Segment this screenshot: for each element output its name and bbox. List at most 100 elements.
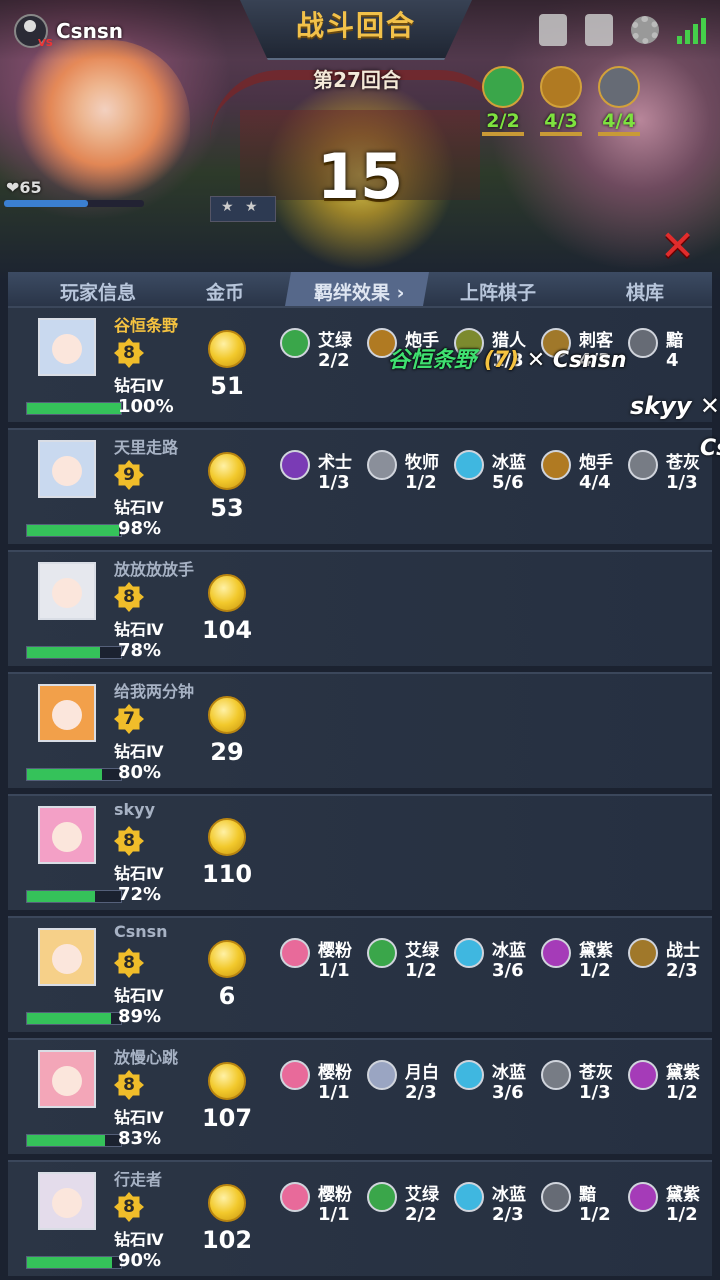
synergy-item[interactable]: 冰蓝 3/6 xyxy=(454,936,541,1006)
player-row[interactable]: 放慢心跳 8 钻石Ⅳ 83% 107 樱粉 1/1 月白 2/3 冰蓝 3/6 苍灰 1/3 黛紫 1/2 xyxy=(8,1038,712,1154)
gold-value: 104 xyxy=(201,616,253,644)
synergy-count: 2/2 xyxy=(318,350,350,371)
moon-icon xyxy=(367,1060,397,1090)
phone-sync-icon[interactable] xyxy=(539,14,567,46)
player-row[interactable]: 给我两分钟 7 钻石Ⅳ 80% 29 xyxy=(8,672,712,788)
tab-gold[interactable]: 金币 xyxy=(206,278,244,305)
synergy-item[interactable]: 艾绿 2/2 xyxy=(367,1180,454,1250)
synergy-count: 1/2 xyxy=(666,1082,698,1103)
bond-count: 4/4 xyxy=(602,110,636,132)
player-row[interactable]: 行走者 8 钻石Ⅳ 90% 102 樱粉 1/1 艾绿 2/2 冰蓝 2/3 黯 1/2 黛紫 1/2 xyxy=(8,1160,712,1276)
hp-percent: 100% xyxy=(118,396,174,417)
level-badge: 8 xyxy=(114,338,144,368)
player-name: 给我两分钟 xyxy=(114,682,195,701)
rank-label: 钻石Ⅳ xyxy=(114,376,164,395)
spiral-icon xyxy=(541,938,571,968)
coin-icon xyxy=(208,330,246,368)
synergy-item[interactable]: 黛紫 1/2 xyxy=(628,1058,715,1128)
synergy-count: 2/3 xyxy=(405,1082,437,1103)
player-row[interactable]: skyy 8 钻石Ⅳ 72% 110 xyxy=(8,794,712,910)
player-avatar[interactable] xyxy=(38,1050,96,1108)
synergy-item[interactable]: 艾绿 1/2 xyxy=(367,936,454,1006)
synergy-item[interactable]: 术士 1/3 xyxy=(280,448,367,518)
synergy-name: 樱粉 xyxy=(318,1185,352,1205)
snowflake-icon xyxy=(454,450,484,480)
synergy-name: 黯 xyxy=(579,1185,596,1205)
damage-float-2: skyy ✕ xyxy=(630,392,720,420)
active-bond[interactable]: 4/4 xyxy=(596,66,642,136)
synergy-count: 1/2 xyxy=(405,960,437,981)
level-badge: 8 xyxy=(114,826,144,856)
synergy-item[interactable]: 月白 2/3 xyxy=(367,1058,454,1128)
synergy-count: 1/2 xyxy=(579,960,611,981)
hp-bar xyxy=(26,646,122,659)
player-avatar[interactable] xyxy=(38,562,96,620)
synergy-item[interactable]: 黛紫 1/2 xyxy=(541,936,628,1006)
synergy-count: 2/3 xyxy=(666,960,698,981)
gold-value: 102 xyxy=(201,1226,253,1254)
coin-icon xyxy=(208,1062,246,1100)
synergy-count: 4/4 xyxy=(579,472,611,493)
tab-bench[interactable]: 棋库 xyxy=(626,278,664,305)
synergy-item[interactable]: 黯 1/2 xyxy=(541,1180,628,1250)
synergy-item[interactable]: 冰蓝 2/3 xyxy=(454,1180,541,1250)
player-avatar[interactable] xyxy=(38,440,96,498)
synergy-count: 3/6 xyxy=(492,960,524,981)
bond-underline xyxy=(598,132,640,136)
user-name: Csnsn xyxy=(56,19,123,43)
player-avatar[interactable] xyxy=(38,1172,96,1230)
player-avatar[interactable] xyxy=(38,684,96,742)
player-row[interactable]: 放放放放手 8 钻石Ⅳ 78% 104 xyxy=(8,550,712,666)
synergy-item[interactable]: 冰蓝 3/6 xyxy=(454,1058,541,1128)
notebook-icon[interactable] xyxy=(585,14,613,46)
synergy-item[interactable]: 黯4 xyxy=(628,326,715,396)
leaf-icon xyxy=(367,938,397,968)
player-avatar[interactable] xyxy=(38,318,96,376)
gear-icon[interactable] xyxy=(631,16,659,44)
warrior-icon xyxy=(628,938,658,968)
hp-percent: 83% xyxy=(118,1128,162,1149)
synergy-item[interactable]: 黛紫 1/2 xyxy=(628,1180,715,1250)
synergy-item[interactable]: 牧师 1/2 xyxy=(367,448,454,518)
synergy-list: 樱粉 1/1 艾绿 1/2 冰蓝 3/6 黛紫 1/2 战士 2/3 xyxy=(280,936,715,1006)
synergy-name: 黛紫 xyxy=(579,941,613,961)
player-name: Csnsn xyxy=(114,922,168,941)
synergy-item[interactable]: 樱粉 1/1 xyxy=(280,1058,367,1128)
synergy-item[interactable]: 炮手 4/4 xyxy=(541,448,628,518)
player-name: 放慢心跳 xyxy=(114,1048,179,1067)
player-row[interactable]: 天里走路 9 钻石Ⅳ 98% 53 术士 1/3 牧师 1/2 冰蓝 5/6 炮手 4/4 苍灰 1/3 xyxy=(8,428,712,544)
coin-icon xyxy=(208,1184,246,1222)
synergy-name: 冰蓝 xyxy=(492,453,526,473)
synergy-item[interactable]: 冰蓝 5/6 xyxy=(454,448,541,518)
synergy-item[interactable]: 樱粉 1/1 xyxy=(280,1180,367,1250)
active-bond[interactable]: 2/2 xyxy=(480,66,526,136)
player-avatar[interactable] xyxy=(38,928,96,986)
player-row[interactable]: Csnsn 8 钻石Ⅳ 89% 6 樱粉 1/1 艾绿 1/2 冰蓝 3/6 黛紫 1/2 战士 2/3 xyxy=(8,916,712,1032)
snowflake-icon xyxy=(454,1060,484,1090)
hp-percent: 98% xyxy=(118,518,162,539)
close-icon[interactable]: ✕ xyxy=(660,225,695,267)
level-badge: 8 xyxy=(114,1192,144,1222)
synergy-item[interactable]: 樱粉 1/1 xyxy=(280,936,367,1006)
gold-value: 51 xyxy=(210,372,244,400)
synergy-item[interactable]: 苍灰 1/3 xyxy=(541,1058,628,1128)
synergy-count: 1/2 xyxy=(405,472,437,493)
tab-synergy[interactable]: 羁绊效果 › xyxy=(314,278,404,305)
synergy-name: 冰蓝 xyxy=(492,1185,526,1205)
active-bond[interactable]: 4/3 xyxy=(538,66,584,136)
synergy-item[interactable]: 艾绿 2/2 xyxy=(280,326,367,396)
coin-icon xyxy=(208,940,246,978)
user-badge[interactable]: VS Csnsn xyxy=(14,14,123,49)
player-avatar[interactable] xyxy=(38,806,96,864)
synergy-name: 牧师 xyxy=(405,453,439,473)
hp-bar xyxy=(26,890,122,903)
tab-on-board[interactable]: 上阵棋子 xyxy=(460,278,536,305)
synergy-list: 樱粉 1/1 月白 2/3 冰蓝 3/6 苍灰 1/3 黛紫 1/2 xyxy=(280,1058,715,1128)
synergy-name: 月白 xyxy=(405,1063,439,1083)
leaf-icon xyxy=(280,328,310,358)
eye-icon xyxy=(541,1182,571,1212)
synergy-name: 冰蓝 xyxy=(492,941,526,961)
tab-player-info[interactable]: 玩家信息 xyxy=(60,278,136,305)
synergy-item[interactable]: 战士 2/3 xyxy=(628,936,715,1006)
gold-value: 107 xyxy=(201,1104,253,1132)
